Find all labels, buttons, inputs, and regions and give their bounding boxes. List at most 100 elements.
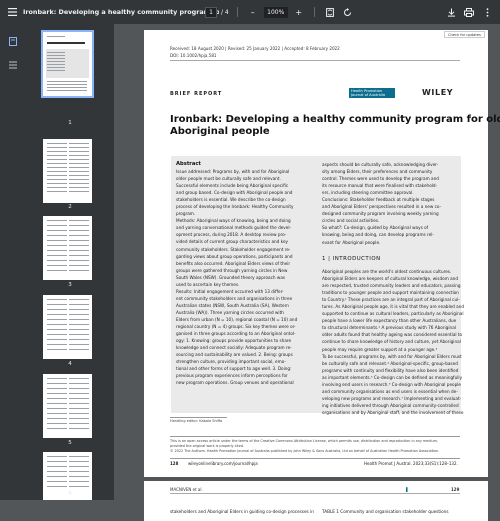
thumbnail-number: 3 — [68, 282, 72, 288]
page-thumbnail[interactable] — [41, 30, 94, 98]
print-icon[interactable] — [462, 5, 476, 19]
zoom-level-input[interactable]: 100% — [263, 6, 288, 18]
body-line: as important elements.⁵ Co-design can be… — [322, 374, 463, 380]
body-line: older adults found that healthy ageing w… — [322, 332, 463, 338]
abstract-line: benefits also occurred. Aboriginal Elder… — [176, 260, 291, 266]
thumbnail-number: 2 — [68, 204, 72, 210]
body-line: programs with continuity and flexibility… — [322, 367, 459, 373]
abstract-line: and yarning conversational methods guide… — [176, 225, 292, 231]
body-line: are respected, trusted community leaders… — [322, 283, 461, 289]
abstract-line: strengthen culture, providing important … — [176, 359, 286, 365]
abstract-line: opment process, during 2018. A desktop r… — [176, 232, 287, 238]
abstract-line: Conclusions: Stakeholder feedback at mul… — [322, 197, 435, 203]
section-label: BRIEF REPORT — [170, 91, 223, 97]
page-total: / 4 — [221, 8, 229, 16]
handling-editor: Handling editor: Kabala Shiffa — [170, 419, 223, 423]
body-line: people have a lower life expectancy than… — [322, 318, 457, 324]
abstract-line: aspects should be culturally safe, ackno… — [322, 162, 439, 167]
abstract-line: ent community stakeholders and organisat… — [176, 295, 293, 301]
abstract-line: evant for Aboriginal people. — [322, 239, 381, 245]
abstract-line: Australian states (NSW, South Australia … — [176, 302, 289, 308]
abstract-line: groups were gathered through yarning cir… — [176, 267, 288, 273]
thumbnails-view-icon[interactable] — [6, 34, 20, 48]
body-line: be culturally safe and relevant.⁴ Aborig… — [322, 360, 458, 366]
body-line: Aboriginal peoples are the world's oldes… — [322, 269, 452, 274]
abstract-line: sity among Elders, their preferences and… — [322, 169, 433, 175]
running-page-number: 129 — [451, 487, 460, 492]
thumbnail-panel: 1 2 3 4 5 6 — [26, 24, 114, 500]
document-viewer[interactable]: Check for updates Received: 18 August 20… — [114, 24, 500, 521]
abstract-line: regional country (N = 4) groups. Six key… — [176, 324, 296, 330]
body-line: to structural determinants.² A previous … — [322, 325, 456, 331]
abstract-line: older people must be culturally safe and… — [176, 176, 281, 182]
rotate-icon[interactable] — [341, 5, 355, 19]
abstract-line: Australia (WA)). Three yarning circles o… — [176, 309, 284, 315]
zoom-out-button[interactable]: – — [246, 5, 260, 19]
abstract-line: knowledge and connect socially: Adequate… — [176, 345, 292, 351]
page-thumbnail[interactable] — [43, 295, 92, 359]
license-notice: This is an open access article under the… — [170, 439, 439, 454]
abstract-line: community stakeholders. Stakeholder enga… — [176, 246, 291, 252]
abstract-line: Successful elements include being Aborig… — [176, 183, 289, 189]
abstract-line: designed community program involving wee… — [322, 211, 439, 217]
abstract-line: ogy: 1. Knowing: groups provide opportun… — [176, 338, 292, 344]
abstract-right-column: aspects should be culturally safe, ackno… — [322, 161, 441, 246]
download-icon[interactable] — [444, 5, 458, 19]
page-thumbnail[interactable] — [43, 216, 92, 280]
body-line: ing initiatives delivered through Aborig… — [322, 402, 459, 408]
abstract-line: sourcing and sustainability are valued. … — [176, 352, 293, 358]
abstract-left-column: Issue addressed: Programs by, with and f… — [176, 168, 297, 386]
page-thumbnail[interactable] — [43, 139, 92, 203]
running-header: MACNIVEN et al. — [170, 487, 203, 492]
more-options-icon[interactable] — [480, 5, 494, 19]
page-number: 128 — [170, 461, 179, 466]
document-title: Ironbark: Developing a healthy community… — [23, 8, 219, 16]
abstract-line: stakeholders is essential. We describe t… — [176, 197, 286, 203]
abstract-line: and Aboriginal Elders' perspectives resu… — [322, 204, 442, 210]
abstract-line: So what?: Co-design, guided by Aborigina… — [322, 225, 429, 231]
abstract-line: circles and social activities. — [322, 218, 380, 224]
fit-page-icon[interactable] — [323, 5, 337, 19]
journal-url[interactable]: wileyonlinelibrary.com/journal/hpja — [188, 461, 258, 466]
pdf-page-1: Check for updates Received: 18 August 20… — [144, 30, 500, 477]
introduction-body: Aboriginal peoples are the world's oldes… — [322, 268, 464, 416]
menu-icon[interactable] — [5, 5, 19, 19]
pdf-page-2: MACNIVEN et al. ▌ 129 stakeholders and A… — [144, 481, 488, 521]
page-thumbnail[interactable] — [43, 374, 92, 438]
abstract-line: tional and other forms of support to age… — [176, 366, 292, 372]
body-line: veloping new programs and research.⁷ Imp… — [322, 395, 462, 401]
introduction-heading: 1 | INTRODUCTION — [322, 256, 381, 262]
journal-citation: Health Promot J Austral. 2023;33(S1):128… — [364, 461, 458, 466]
page-number-input[interactable]: 1 — [205, 6, 217, 18]
abstract-line: Methods: Aboriginal ways of knowing, bei… — [176, 218, 291, 224]
body-line: people may require greater support at a … — [322, 346, 438, 352]
body-line: supported to continue as cultural leader… — [322, 311, 464, 317]
table-caption: TABLE 1 Community and organisation stake… — [322, 509, 449, 514]
abstract-line: vided details of current group character… — [176, 239, 289, 245]
abstract-line: Results: Initial engagement occurred wit… — [176, 288, 284, 294]
abstract-line: garding views about group operations, pa… — [176, 253, 293, 259]
abstract-line: its resource manual that were finalised … — [322, 183, 438, 189]
abstract-line: ganised in three groups according to an … — [176, 331, 296, 337]
outline-view-icon[interactable] — [6, 58, 20, 72]
check-updates-badge[interactable]: Check for updates — [444, 31, 485, 38]
publisher-logo: WILEY — [422, 88, 454, 97]
abstract-heading: Abstract — [176, 161, 201, 167]
body-line: involving end users in research.⁶ Co-des… — [322, 381, 461, 387]
abstract-line: process of developing the Ironbark: Heal… — [176, 204, 294, 210]
journal-mini-badge: ▌ — [406, 487, 410, 492]
zoom-in-button[interactable]: + — [292, 5, 306, 19]
toolbar-divider — [236, 7, 238, 17]
article-title: Ironbark: Developing a healthy community… — [170, 114, 500, 138]
header-rule — [170, 493, 460, 494]
title-line-2: Aboriginal people — [170, 126, 270, 137]
check-updates-label: Check for updates — [448, 33, 481, 37]
license-rule — [170, 436, 460, 437]
thumbnail-number: 6 — [68, 491, 72, 497]
abstract-line: ers, including steering committee approv… — [322, 190, 414, 196]
abstract-line: Elders from urban (N = 10), regional coa… — [176, 316, 298, 322]
journal-badge-line2: Journal of Australia — [351, 93, 386, 97]
abstract-line: new program operations. Group venues and… — [176, 380, 294, 386]
body-line: and community organisations as end users… — [322, 388, 458, 394]
body-line: organisations and by Aboriginal staff, a… — [322, 409, 464, 415]
